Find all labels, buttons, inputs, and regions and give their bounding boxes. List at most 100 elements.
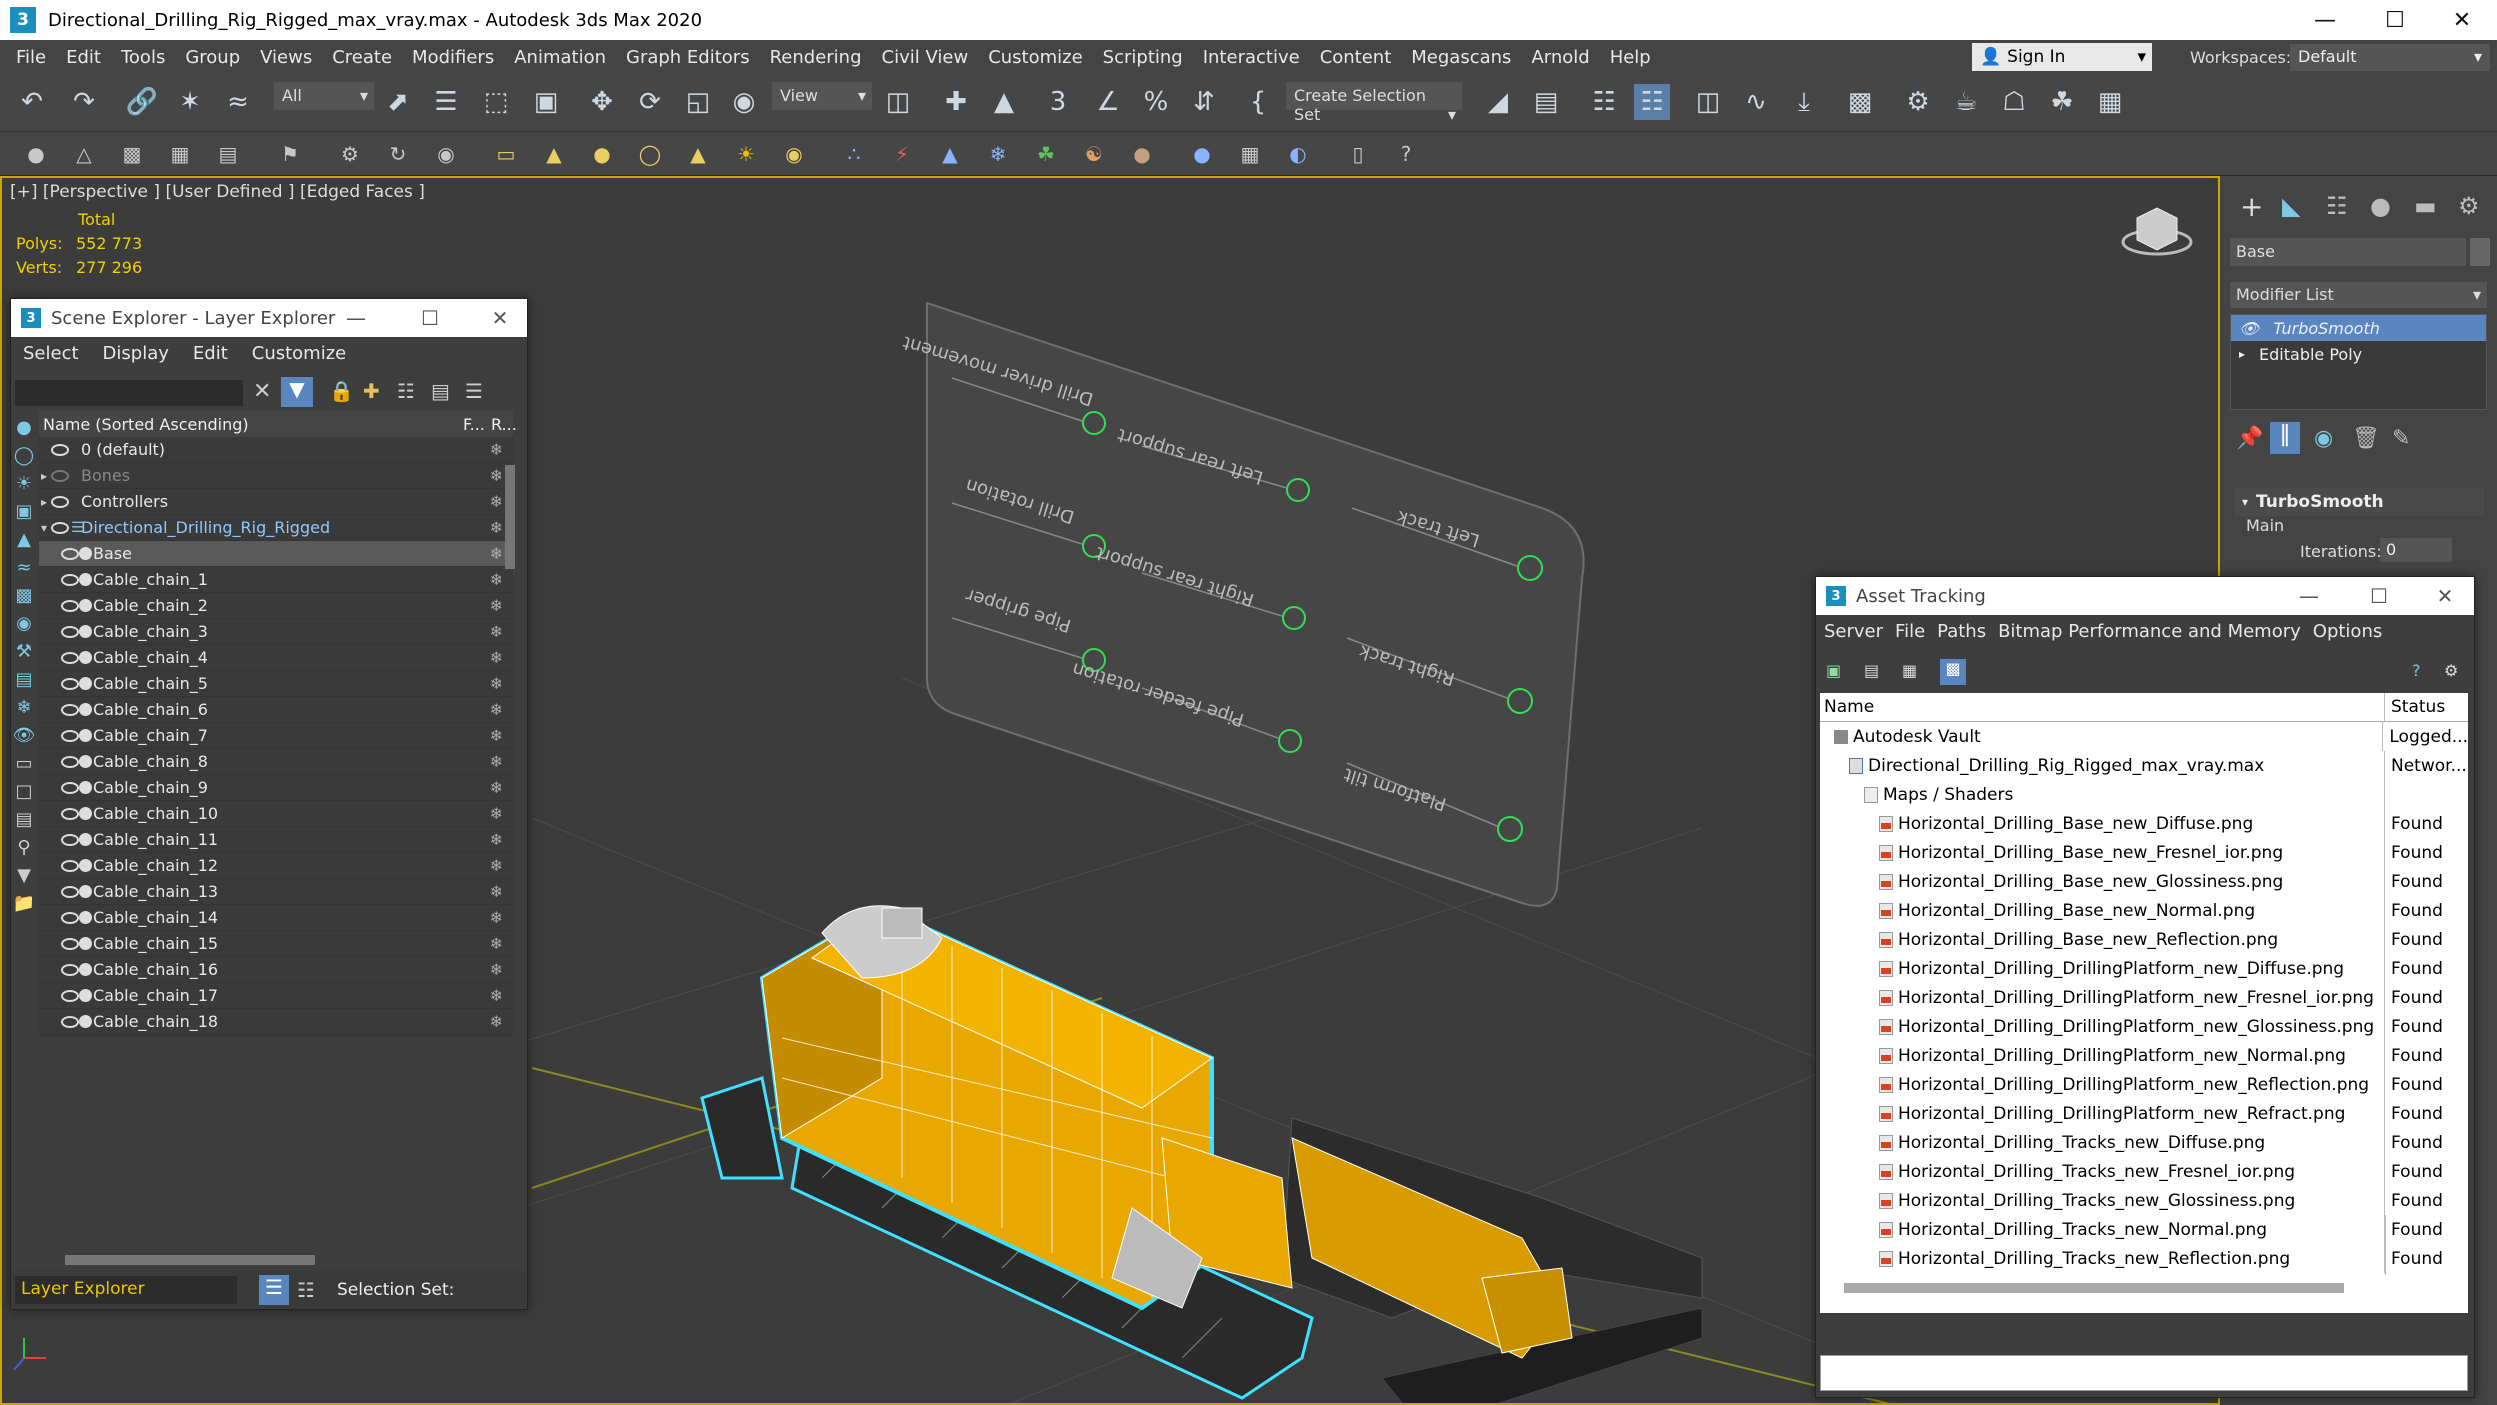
freeze-icon[interactable]: ❄ (490, 726, 503, 745)
pivot-center-icon[interactable]: ◫ (880, 84, 916, 120)
visibility-eye-icon[interactable] (61, 885, 79, 898)
freeze-icon[interactable]: ❄ (490, 518, 503, 537)
turbosmooth-rollout-header[interactable]: ▾ TurboSmooth (2234, 488, 2484, 516)
freeze-icon[interactable]: ❄ (490, 856, 503, 875)
spacewarp-icon[interactable]: ⚑ (276, 140, 304, 168)
align-icon[interactable]: ▤ (1528, 84, 1564, 120)
layer-row[interactable]: Cable_chain_19❄ (39, 1035, 513, 1037)
menu-views[interactable]: Views (250, 47, 322, 68)
window-crossing-icon[interactable]: ▣ (528, 84, 564, 120)
horizontal-scrollbar[interactable] (1844, 1283, 2344, 1293)
layer-row[interactable]: Cable_chain_15 ❄ (39, 931, 513, 957)
close-icon[interactable]: ✕ (2427, 0, 2497, 40)
visibility-eye-icon[interactable] (61, 677, 79, 690)
stack-item-editable-poly[interactable]: ▸ Editable Poly (2231, 341, 2486, 367)
menu-animation[interactable]: Animation (504, 47, 616, 68)
undo-icon[interactable]: ↶ (14, 84, 50, 120)
frozen-filter-icon[interactable]: ❄ (11, 697, 37, 725)
xref-filter-icon[interactable]: ◉ (11, 613, 37, 641)
menu-options[interactable]: Options (2307, 621, 2388, 642)
lock-icon[interactable]: 🔒 (329, 379, 354, 403)
menu-help[interactable]: Help (1600, 47, 1661, 68)
collapse-icon[interactable]: ▾ (41, 521, 47, 535)
list-view-icon[interactable]: ▤ (1864, 661, 1879, 680)
asset-row[interactable]: Horizontal_Drilling_Base_new_Glossiness.… (1820, 867, 2468, 896)
pin-stack-icon[interactable]: 📌 (2236, 426, 2263, 451)
horizontal-scrollbar[interactable] (65, 1255, 315, 1265)
folder-icon[interactable]: 📁 (11, 893, 37, 921)
motion-tab-icon[interactable]: ● (2370, 192, 2391, 220)
help-icon[interactable]: ? (2412, 661, 2421, 680)
visibility-eye-icon[interactable] (51, 521, 69, 534)
layer-row[interactable]: Cable_chain_8 ❄ (39, 749, 513, 775)
visibility-eye-icon[interactable] (61, 599, 79, 612)
help-icon[interactable]: ? (1392, 140, 1420, 168)
show-end-result-icon[interactable]: ‖ (2270, 422, 2300, 454)
shape-filter-icon[interactable]: ◯ (11, 445, 37, 473)
plugin-icon[interactable]: ▯ (1344, 140, 1372, 168)
visibility-eye-icon[interactable] (61, 781, 79, 794)
select-object-icon[interactable]: ⬈ (380, 84, 416, 120)
menu-server[interactable]: Server (1816, 621, 1889, 642)
visibility-eye-icon[interactable] (61, 703, 79, 716)
rectangular-selection-icon[interactable]: ⬚ (478, 84, 514, 120)
object-color-swatch[interactable] (2470, 238, 2490, 266)
menu-edit[interactable]: Edit (181, 343, 240, 364)
display-all-icon[interactable]: ▭ (11, 753, 37, 781)
status-column-header[interactable]: Status (2385, 693, 2445, 721)
layer-row[interactable]: Cable_chain_16 ❄ (39, 957, 513, 983)
freeze-icon[interactable]: ❄ (490, 830, 503, 849)
freeze-icon[interactable]: ❄ (490, 674, 503, 693)
bone-filter-icon[interactable]: ⚒ (11, 641, 37, 669)
name-column-header[interactable]: Name (Sorted Ascending) (43, 415, 249, 434)
torus-icon[interactable]: ◯ (636, 140, 664, 168)
layer-row[interactable]: Cable_chain_4 ❄ (39, 645, 513, 671)
group-filter-icon[interactable]: ▩ (11, 585, 37, 613)
layer-row[interactable]: ▾ ☰ Directional_Drilling_Rig_Rigged ❄ (39, 515, 513, 541)
render-column-header[interactable]: R... (491, 415, 517, 434)
layer-row[interactable]: Cable_chain_2 ❄ (39, 593, 513, 619)
pyramid-icon[interactable]: ▲ (684, 140, 712, 168)
freeze-icon[interactable]: ❄ (490, 492, 503, 511)
hierarchy-toggle-icon[interactable]: ☷ (297, 1278, 315, 1302)
hair-icon[interactable]: ❄ (984, 140, 1012, 168)
sun-icon[interactable]: ☀ (732, 140, 760, 168)
menu-paths[interactable]: Paths (1931, 621, 1992, 642)
maximize-icon[interactable]: ☐ (2356, 577, 2402, 615)
sphere-blue-icon[interactable]: ● (1188, 140, 1216, 168)
filter-icon[interactable]: ▼ (281, 377, 313, 407)
teapot-icon[interactable]: ● (22, 140, 50, 168)
freeze-icon[interactable]: ❄ (490, 778, 503, 797)
iterations-spinner[interactable]: 0 (2380, 538, 2452, 562)
workspaces-dropdown[interactable]: Default ▾ (2290, 44, 2490, 71)
menu-scripting[interactable]: Scripting (1093, 47, 1193, 68)
menu-civil-view[interactable]: Civil View (872, 47, 979, 68)
box-icon[interactable]: ▭ (492, 140, 520, 168)
menu-rendering[interactable]: Rendering (760, 47, 872, 68)
asset-row[interactable]: Horizontal_Drilling_Base_new_Diffuse.png… (1820, 809, 2468, 838)
visibility-eye-icon[interactable] (61, 573, 79, 586)
layer-row[interactable]: Cable_chain_9 ❄ (39, 775, 513, 801)
menu-customize[interactable]: Customize (240, 343, 358, 364)
menu-bitmap-performance[interactable]: Bitmap Performance and Memory (1992, 621, 2307, 642)
layers-toggle-icon[interactable]: ☰ (259, 1275, 289, 1305)
visibility-eye-icon[interactable] (61, 547, 79, 560)
visibility-eye-icon[interactable] (61, 755, 79, 768)
edit-named-selection-icon[interactable]: { (1240, 84, 1276, 120)
freeze-icon[interactable]: ❄ (490, 648, 503, 667)
crowd-icon[interactable]: ☯ (1080, 140, 1108, 168)
schematic-view-icon[interactable]: ⤓ (1786, 84, 1822, 120)
layer-row[interactable]: Cable_chain_11 ❄ (39, 827, 513, 853)
select-manipulate-icon[interactable]: ✚ (938, 84, 974, 120)
visibility-eye-icon[interactable] (61, 937, 79, 950)
redo-icon[interactable]: ↷ (66, 84, 102, 120)
menu-content[interactable]: Content (1310, 47, 1402, 68)
dynamics-icon[interactable]: ⚡ (888, 140, 916, 168)
rendered-frame-window-icon[interactable]: ☕ (1948, 84, 1984, 120)
freeze-icon[interactable]: ❄ (490, 752, 503, 771)
shape-icon[interactable]: △ (70, 140, 98, 168)
asset-row[interactable]: Horizontal_Drilling_Tracks_new_Normal.pn… (1820, 1215, 2468, 1244)
asset-row[interactable]: Horizontal_Drilling_Tracks_new_Reflectio… (1820, 1244, 2468, 1273)
asset-row[interactable]: Horizontal_Drilling_DrillingPlatform_new… (1820, 1070, 2468, 1099)
object-name-field[interactable]: Base (2230, 238, 2466, 266)
